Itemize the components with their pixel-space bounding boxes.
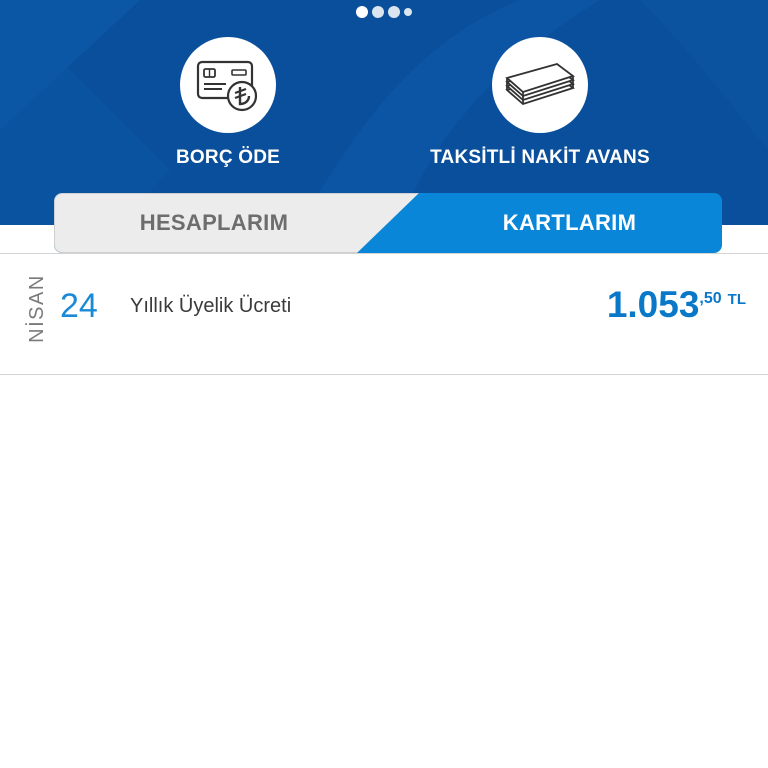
amount-decimal: ,50 xyxy=(699,290,722,307)
pay-debt-icon-circle[interactable] xyxy=(180,37,276,133)
tab-accounts[interactable]: HESAPLARIM xyxy=(54,193,419,253)
cash-stack-icon xyxy=(505,63,575,106)
list-row-divider xyxy=(0,374,768,375)
account-card-tabs: HESAPLARIM KARTLARIM xyxy=(54,193,722,253)
pay-debt-button[interactable]: BORÇ ÖDE xyxy=(98,37,358,169)
transaction-month-label: NİSAN xyxy=(25,273,48,343)
cash-advance-icon-circle[interactable] xyxy=(492,37,588,133)
amount-currency: TL xyxy=(727,291,746,308)
cash-advance-label: TAKSİTLİ NAKİT AVANS xyxy=(430,147,650,168)
hero-banner: BORÇ ÖDE TAKSİTLİ NAKİT AVANS xyxy=(0,0,768,225)
transaction-amount: 1.053 ,50 TL xyxy=(607,284,746,326)
transaction-month: NİSAN xyxy=(18,270,56,346)
carousel-dot-4[interactable] xyxy=(404,8,412,16)
tab-cards-label: KARTLARIM xyxy=(502,210,637,235)
pay-debt-label: BORÇ ÖDE xyxy=(176,147,280,168)
transaction-description: Yıllık Üyelik Ücreti xyxy=(130,295,292,317)
carousel-dot-2[interactable] xyxy=(372,6,384,18)
installment-cash-advance-button[interactable]: TAKSİTLİ NAKİT AVANS xyxy=(410,37,670,169)
transaction-day: 24 xyxy=(60,287,98,325)
tab-accounts-label: HESAPLARIM xyxy=(139,210,289,235)
carousel-dot-3[interactable] xyxy=(388,6,400,18)
card-lira-icon xyxy=(196,60,258,112)
amount-integer: 1.053 xyxy=(606,284,700,325)
tab-cards[interactable]: KARTLARIM xyxy=(382,193,722,253)
carousel-indicator[interactable] xyxy=(0,6,768,18)
carousel-dot-1[interactable] xyxy=(356,6,368,18)
